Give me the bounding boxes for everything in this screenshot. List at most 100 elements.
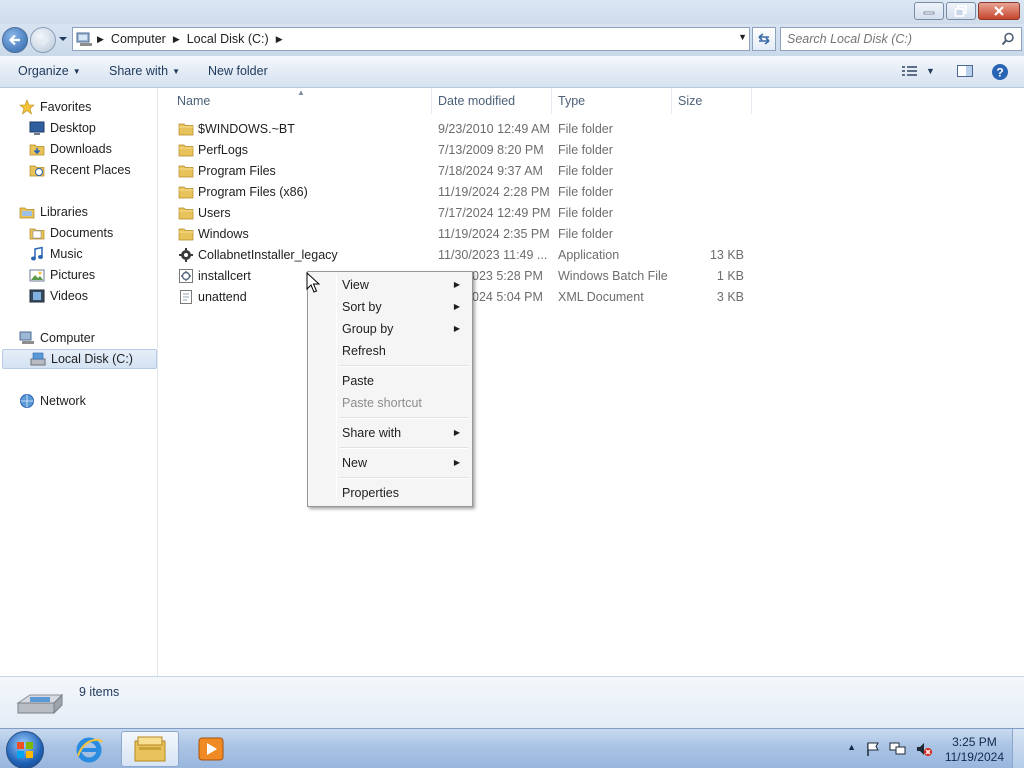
preview-pane-icon <box>957 65 973 77</box>
taskbar-clock[interactable]: 3:25 PM 11/19/2024 <box>945 735 1004 765</box>
column-label: Name <box>177 94 211 108</box>
file-row[interactable]: Users 7/17/2024 12:49 PM File folder <box>159 203 759 224</box>
menu-item-sort-by[interactable]: Sort by ▶ <box>310 296 470 318</box>
menu-label: Sort by <box>342 300 382 314</box>
menu-label: Paste shortcut <box>342 396 422 410</box>
breadcrumb-computer[interactable]: Computer <box>107 32 170 46</box>
file-size: 1 KB <box>716 269 744 283</box>
folder-icon <box>178 142 194 158</box>
menu-separator <box>340 417 468 419</box>
restore-button[interactable] <box>946 2 976 20</box>
file-row[interactable]: Program Files (x86) 11/19/2024 2:28 PM F… <box>159 182 759 203</box>
libraries-icon <box>19 204 35 220</box>
nav-item-libraries[interactable]: Libraries <box>19 202 88 222</box>
navigation-pane: Favorites Desktop Downloads Recent Place… <box>0 88 158 676</box>
menu-separator <box>340 477 468 479</box>
nav-item-network[interactable]: Network <box>19 391 86 411</box>
back-button[interactable] <box>2 27 28 53</box>
recent-places-icon <box>29 162 45 178</box>
forward-button[interactable] <box>30 27 56 53</box>
help-button[interactable]: ? <box>991 63 1009 84</box>
column-header-name[interactable]: Name <box>159 88 432 114</box>
action-center-flag-icon[interactable] <box>865 741 881 757</box>
file-name: Windows <box>198 227 249 241</box>
column-header-size[interactable]: Size <box>672 88 752 114</box>
menu-separator <box>340 365 468 367</box>
change-view-button[interactable] <box>901 63 919 82</box>
window-controls <box>914 2 1020 20</box>
videos-icon <box>29 288 45 304</box>
nav-item-desktop[interactable]: Desktop <box>29 118 96 138</box>
file-size: 3 KB <box>716 290 744 304</box>
address-bar[interactable]: ▶ Computer ▶ Local Disk (C:) ▶ ▼ <box>72 27 750 51</box>
file-name: unattend <box>198 290 247 304</box>
column-header-date-modified[interactable]: Date modified <box>432 88 552 114</box>
nav-label: Music <box>50 247 83 261</box>
nav-label: Videos <box>50 289 88 303</box>
address-row: ▶ Computer ▶ Local Disk (C:) ▶ ▼ <box>0 24 1024 56</box>
menu-item-group-by[interactable]: Group by ▶ <box>310 318 470 340</box>
column-label: Size <box>678 94 703 108</box>
search-icon[interactable] <box>1001 32 1015 46</box>
network-status-icon[interactable] <box>889 741 907 757</box>
organize-button[interactable]: Organize ▼ <box>18 64 81 78</box>
nav-item-music[interactable]: Music <box>29 244 83 264</box>
menu-item-view[interactable]: View ▶ <box>310 274 470 296</box>
nav-item-computer[interactable]: Computer <box>19 328 95 348</box>
menu-item-refresh[interactable]: Refresh <box>310 340 470 362</box>
volume-muted-icon[interactable] <box>915 741 933 757</box>
menu-label: New <box>342 456 368 470</box>
share-with-button[interactable]: Share with ▼ <box>109 64 180 78</box>
file-row[interactable]: $WINDOWS.~BT 9/23/2010 12:49 AM File fol… <box>159 119 759 140</box>
menu-item-share-with[interactable]: Share with ▶ <box>310 422 470 444</box>
breadcrumb-separator[interactable]: ▶ <box>170 34 183 45</box>
show-hidden-icons-icon[interactable]: ▲ <box>847 742 856 752</box>
column-header-type[interactable]: Type <box>552 88 672 114</box>
menu-item-new[interactable]: New ▶ <box>310 452 470 474</box>
file-name: CollabnetInstaller_legacy <box>198 248 338 262</box>
file-row[interactable]: Program Files 7/18/2024 9:37 AM File fol… <box>159 161 759 182</box>
menu-item-paste[interactable]: Paste <box>310 370 470 392</box>
breadcrumb-local-disk[interactable]: Local Disk (C:) <box>183 32 273 46</box>
new-folder-button[interactable]: New folder <box>208 64 268 78</box>
nav-label: Pictures <box>50 268 96 282</box>
recent-pages-dropdown-icon[interactable] <box>58 34 68 44</box>
nav-item-local-disk[interactable]: Local Disk (C:) <box>2 349 157 369</box>
refresh-button[interactable] <box>752 27 776 51</box>
show-desktop-button[interactable] <box>1012 729 1024 768</box>
file-date: 7/13/2009 8:20 PM <box>438 143 544 157</box>
view-options-dropdown-icon[interactable]: ▼ <box>926 66 935 76</box>
nav-item-documents[interactable]: Documents <box>29 223 113 243</box>
file-row[interactable]: Windows 11/19/2024 2:35 PM File folder <box>159 224 759 245</box>
computer-icon <box>19 330 35 346</box>
nav-item-videos[interactable]: Videos <box>29 286 88 306</box>
nav-item-favorites[interactable]: Favorites <box>19 97 91 117</box>
taskbar-media-player[interactable] <box>182 731 240 767</box>
breadcrumb-separator[interactable]: ▶ <box>94 34 107 45</box>
address-dropdown-icon[interactable]: ▼ <box>738 32 747 42</box>
start-button[interactable] <box>6 731 44 768</box>
taskbar-windows-explorer[interactable] <box>121 731 179 767</box>
file-row[interactable]: PerfLogs 7/13/2009 8:20 PM File folder <box>159 140 759 161</box>
close-button[interactable] <box>978 2 1020 20</box>
file-date: 11/19/2024 2:35 PM <box>438 227 550 241</box>
menu-label: Group by <box>342 322 394 336</box>
breadcrumb-separator[interactable]: ▶ <box>273 34 286 45</box>
search-box[interactable] <box>780 27 1022 51</box>
nav-item-pictures[interactable]: Pictures <box>29 265 95 285</box>
nav-label: Documents <box>50 226 114 240</box>
preview-pane-button[interactable] <box>956 63 974 82</box>
hard-drive-icon <box>30 351 46 367</box>
star-icon <box>19 99 35 115</box>
context-menu: View ▶ Sort by ▶ Group by ▶ Refresh Paste P… <box>307 271 473 507</box>
nav-item-downloads[interactable]: Downloads <box>29 139 112 159</box>
file-row[interactable]: CollabnetInstaller_legacy 11/30/2023 11:… <box>159 245 759 266</box>
minimize-button[interactable] <box>914 2 944 20</box>
item-count: 9 items <box>79 685 120 699</box>
search-input[interactable] <box>787 32 997 46</box>
share-with-label: Share with <box>109 64 169 78</box>
nav-item-recent-places[interactable]: Recent Places <box>29 160 131 180</box>
menu-label: Paste <box>342 374 374 388</box>
menu-item-properties[interactable]: Properties <box>310 482 470 504</box>
taskbar-internet-explorer[interactable] <box>60 731 118 767</box>
